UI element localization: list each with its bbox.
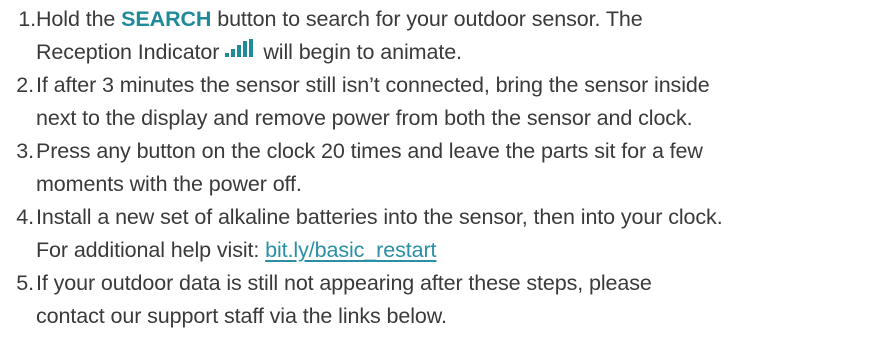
step-1: 1. Hold the SEARCH button to search for … [6,3,866,69]
step-3-line-2: moments with the power off. [36,172,302,196]
instruction-list: 1. Hold the SEARCH button to search for … [0,0,872,358]
step-1-line-1: Hold the SEARCH button to search for you… [36,7,643,31]
step-number: 3. [16,139,34,163]
step-number: 1. [18,7,36,31]
step-4-line-1: Install a new set of alkaline batteries … [36,205,723,229]
step-3: 3. Press any button on the clock 20 time… [6,135,866,201]
step-5: 5. If your outdoor data is still not app… [6,267,866,333]
signal-bars-icon [225,39,254,57]
step-2-line-1: If after 3 minutes the sensor still isn’… [36,73,710,97]
step-4-line-2: For additional help visit: bit.ly/basic_… [36,238,437,262]
step-number: 2. [16,73,34,97]
step-5-line-2: contact our support staff via the links … [36,304,447,328]
step-1-line-2: Reception Indicator will begin to animat… [36,39,462,64]
step-5-line-1: If your outdoor data is still not appear… [36,271,652,295]
search-button-label: SEARCH [121,7,212,31]
step-4: 4. Install a new set of alkaline batteri… [6,201,866,267]
step-number: 5. [16,271,34,295]
step-2-line-2: next to the display and remove power fro… [36,106,693,130]
step-number: 4. [16,205,34,229]
step-2: 2. If after 3 minutes the sensor still i… [6,69,866,135]
restart-help-link[interactable]: bit.ly/basic_restart [265,238,436,262]
step-3-line-1: Press any button on the clock 20 times a… [36,139,703,163]
